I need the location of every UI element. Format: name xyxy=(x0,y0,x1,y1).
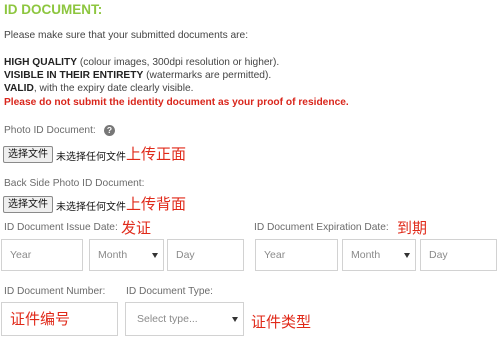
back-side-annotation: 上传背面 xyxy=(126,195,187,213)
warning-text: Please do not submit the identity docume… xyxy=(4,97,349,108)
intro-text: Please make sure that your submitted doc… xyxy=(4,30,249,41)
issue-date-label: ID Document Issue Date: xyxy=(4,222,118,233)
requirement-quality-rest: (colour images, 300dpi resolution or hig… xyxy=(77,57,280,68)
expiration-month-select[interactable]: Month xyxy=(342,239,416,271)
photo-id-label: Photo ID Document: xyxy=(4,125,96,136)
chevron-down-icon xyxy=(404,253,410,258)
doc-number-annotation: 证件编号 xyxy=(10,310,71,328)
requirement-valid-bold: VALID xyxy=(4,83,34,94)
requirement-quality-bold: HIGH QUALITY xyxy=(4,57,78,68)
doc-type-annotation: 证件类型 xyxy=(251,313,312,331)
chevron-down-icon xyxy=(152,253,158,258)
requirement-quality: HIGH QUALITY (colour images, 300dpi reso… xyxy=(4,57,279,68)
back-side-label: Back Side Photo ID Document: xyxy=(4,178,145,189)
requirement-valid: VALID, with the expiry date clearly visi… xyxy=(4,83,194,94)
chevron-down-icon xyxy=(232,317,238,322)
issue-day-input[interactable]: Day xyxy=(167,239,244,271)
expiration-month-value: Month xyxy=(351,249,381,261)
doc-type-label: ID Document Type: xyxy=(126,286,214,297)
issue-year-input[interactable]: Year xyxy=(1,239,83,271)
issue-month-select[interactable]: Month xyxy=(89,239,164,271)
requirement-valid-rest: , with the expiry date clearly visible. xyxy=(33,83,194,94)
issue-date-annotation: 发证 xyxy=(121,219,152,237)
issue-month-value: Month xyxy=(98,249,128,261)
expiration-date-annotation: 到期 xyxy=(397,219,428,237)
doc-number-label: ID Document Number: xyxy=(4,286,106,297)
back-side-no-file-text: 未选择任何文件 xyxy=(56,202,126,213)
photo-id-annotation: 上传正面 xyxy=(126,145,187,163)
doc-type-value: Select type... xyxy=(137,313,198,325)
expiration-year-input[interactable]: Year xyxy=(255,239,338,271)
requirement-visible-rest: (watermarks are permitted). xyxy=(143,70,272,81)
photo-id-choose-file-button[interactable]: 选择文件 xyxy=(3,146,53,163)
photo-id-no-file-text: 未选择任何文件 xyxy=(56,152,126,163)
requirement-visible-bold: VISIBLE IN THEIR ENTIRETY xyxy=(4,70,144,81)
section-title: ID DOCUMENT: xyxy=(4,2,103,17)
expiration-day-input[interactable]: Day xyxy=(420,239,497,271)
requirement-visible: VISIBLE IN THEIR ENTIRETY (watermarks ar… xyxy=(4,70,271,81)
doc-number-input[interactable]: 证件编号 xyxy=(1,302,118,336)
expiration-date-label: ID Document Expiration Date: xyxy=(254,222,389,233)
doc-type-select[interactable]: Select type... xyxy=(125,302,244,336)
help-icon[interactable]: ? xyxy=(104,125,115,136)
back-side-choose-file-button[interactable]: 选择文件 xyxy=(3,196,53,213)
